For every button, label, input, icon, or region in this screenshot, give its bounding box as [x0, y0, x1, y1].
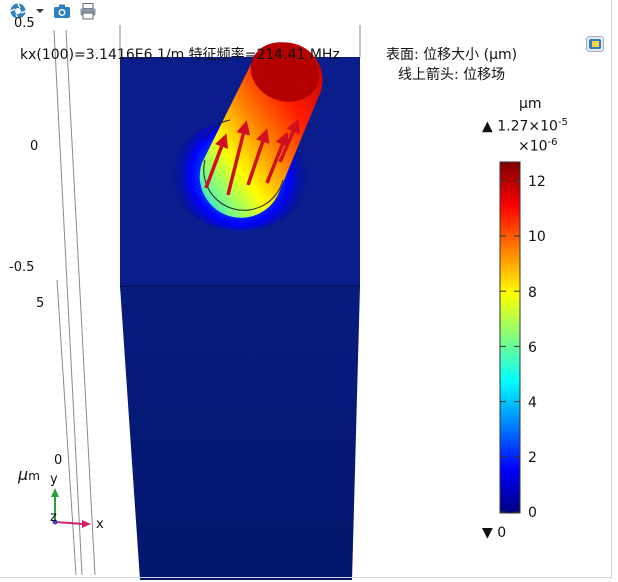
- colorbar-tick: 0: [528, 505, 537, 521]
- surface-expression-label: 表面: 位移大小 (μm): [386, 47, 518, 63]
- plot-frame: [0, 0, 612, 578]
- colorbar-tick: 4: [528, 395, 537, 411]
- colorbar-tick: 10: [528, 229, 546, 245]
- arrow-expression-label: 线上箭头: 位移场: [398, 67, 506, 83]
- view-settings-icon[interactable]: [586, 36, 604, 52]
- colorbar-tick: 6: [528, 340, 537, 356]
- triad-y-label: y: [50, 472, 58, 487]
- colorbar-scale-factor: ×10-6: [518, 137, 558, 155]
- axis-tick-label: 0: [54, 453, 63, 468]
- axis-tick-label: -0.5: [9, 260, 35, 275]
- colorbar-unit: μm: [519, 96, 542, 112]
- triad-z-label: z: [50, 510, 57, 525]
- colorbar-tick: 2: [528, 450, 537, 466]
- plot-title-parameters: kx(100)=3.1416E6 1/m 特征频率=214.41 MHz: [20, 47, 340, 63]
- colorbar-max-label: ▲ 1.27×10-5: [482, 117, 568, 135]
- min-marker-icon: ▼: [482, 525, 493, 541]
- colorbar-tick: 8: [528, 285, 537, 301]
- axis-unit-label: μm: [18, 465, 40, 484]
- axis-tick-label: 0: [30, 139, 39, 154]
- colorbar-tick: 12: [528, 174, 546, 190]
- triad-x-label: x: [96, 517, 104, 532]
- axis-tick-label: 5: [36, 296, 45, 311]
- colorbar-min-label: ▼ 0: [482, 525, 507, 541]
- axis-tick-label: 0.5: [14, 16, 35, 31]
- max-marker-icon: ▲: [482, 118, 493, 135]
